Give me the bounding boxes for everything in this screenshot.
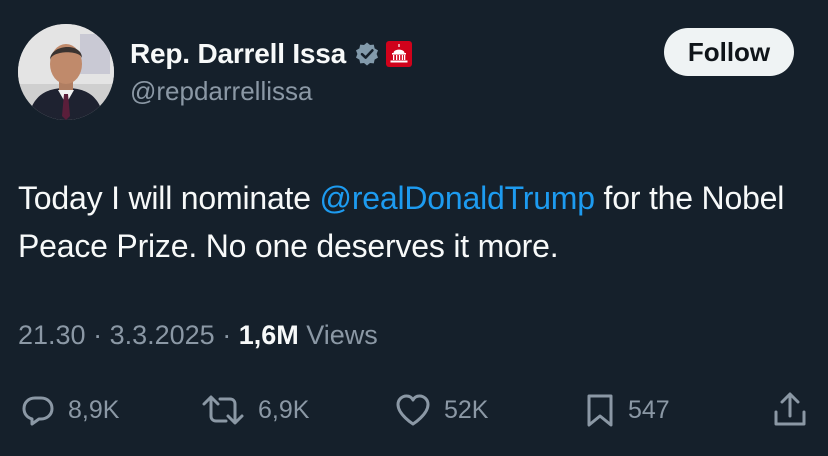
tweet-text-before: Today I will nominate xyxy=(18,180,320,216)
repost-button[interactable]: 6,9K xyxy=(200,384,309,436)
meta-separator: · xyxy=(214,320,239,350)
tweet-meta: 21.30 · 3.3.2025 · 1,6M Views xyxy=(18,320,378,351)
capitol-badge-icon[interactable] xyxy=(386,41,413,67)
bookmark-icon xyxy=(587,394,613,427)
tweet-text: Today I will nominate @realDonaldTrump f… xyxy=(18,174,818,270)
tweet-time[interactable]: 21.30 xyxy=(18,320,86,350)
author-name-row: Rep. Darrell Issa xyxy=(130,34,413,74)
author-display-name[interactable]: Rep. Darrell Issa xyxy=(130,38,346,70)
avatar-image xyxy=(18,24,114,120)
like-icon xyxy=(396,394,430,426)
action-bar: 8,9K 6,9K 52K 547 xyxy=(0,384,828,436)
tweet-date[interactable]: 3.3.2025 xyxy=(110,320,215,350)
bookmark-button[interactable]: 547 xyxy=(584,384,670,436)
reply-button[interactable]: 8,9K xyxy=(20,384,119,436)
avatar[interactable] xyxy=(18,24,114,120)
like-count: 52K xyxy=(444,395,489,424)
views-count[interactable]: 1,6M xyxy=(239,320,299,350)
reply-count: 8,9K xyxy=(68,395,120,424)
author-handle[interactable]: @repdarrellissa xyxy=(130,76,312,107)
repost-icon xyxy=(202,395,244,425)
bookmark-count: 547 xyxy=(628,395,670,424)
share-button[interactable] xyxy=(770,384,810,436)
verified-icon[interactable] xyxy=(354,41,380,67)
views-label: Views xyxy=(298,320,378,350)
like-button[interactable]: 52K xyxy=(394,384,488,436)
reply-icon xyxy=(22,396,54,426)
repost-count: 6,9K xyxy=(258,395,310,424)
share-icon xyxy=(774,392,806,426)
follow-button[interactable]: Follow xyxy=(664,28,794,76)
mention-link[interactable]: @realDonaldTrump xyxy=(320,180,596,216)
meta-separator: · xyxy=(85,320,110,350)
